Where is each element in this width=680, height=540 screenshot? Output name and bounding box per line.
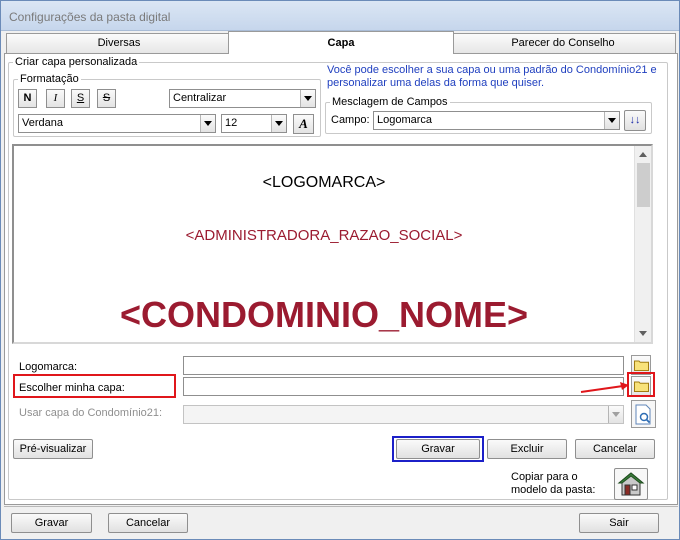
size-value: 12: [225, 117, 238, 129]
alignment-value: Centralizar: [173, 92, 227, 104]
underline-button[interactable]: S: [71, 89, 90, 108]
font-select[interactable]: Verdana: [18, 114, 216, 133]
highlight-gravar: [392, 436, 484, 462]
chevron-down-icon: [271, 115, 286, 132]
insert-field-button[interactable]: ↓↓: [624, 110, 646, 131]
pre-visualizar-button[interactable]: Pré-visualizar: [13, 439, 93, 459]
document-search-icon: [635, 404, 651, 425]
campo-label: Campo:: [331, 114, 370, 126]
criar-capa-label: Criar capa personalizada: [13, 56, 140, 68]
editor-line-condominio: <CONDOMINIO_NOME>: [119, 294, 529, 335]
chevron-down-icon: [608, 406, 623, 423]
usar-capa-preview-button[interactable]: [631, 400, 656, 428]
footer-gravar-button[interactable]: Gravar: [11, 513, 92, 533]
strikethrough-button[interactable]: S: [97, 89, 116, 108]
usar-capa-select[interactable]: [183, 405, 624, 424]
formatacao-label: Formatação: [18, 73, 81, 85]
font-value: Verdana: [22, 117, 63, 129]
scroll-up-icon[interactable]: [639, 152, 647, 157]
italic-button[interactable]: I: [46, 89, 65, 108]
capa-hint-text: Você pode escolher a sua capa ou uma pad…: [327, 64, 657, 89]
folder-icon: [634, 360, 649, 371]
scroll-thumb[interactable]: [637, 163, 650, 207]
editor-line-administradora: <ADMINISTRADORA_RAZAO_SOCIAL>: [185, 227, 463, 244]
campo-value: Logomarca: [377, 114, 433, 126]
scroll-down-icon[interactable]: [639, 331, 647, 336]
configuracoes-window: Configurações da pasta digital Diversas …: [0, 0, 680, 540]
size-select[interactable]: 12: [221, 114, 287, 133]
campo-select[interactable]: Logomarca: [373, 111, 620, 130]
footer-divider: [4, 506, 678, 507]
alignment-select[interactable]: Centralizar: [169, 89, 316, 108]
editor-line-logomarca: <LOGOMARCA>: [262, 174, 386, 191]
chevron-down-icon: [300, 90, 315, 107]
escolher-capa-input[interactable]: [183, 377, 624, 396]
footer-sair-button[interactable]: Sair: [579, 513, 659, 533]
highlight-escolher-label: [13, 374, 176, 398]
chevron-down-icon: [604, 112, 619, 129]
usar-capa-label: Usar capa do Condomínio21:: [19, 407, 163, 419]
copiar-modelo-button[interactable]: [614, 468, 648, 500]
highlight-escolher-browse: [627, 372, 655, 397]
excluir-button[interactable]: Excluir: [487, 439, 567, 459]
red-arrow-icon: [580, 382, 629, 393]
chevron-down-icon: [200, 115, 215, 132]
tab-bar: Diversas Capa Parecer do Conselho: [4, 31, 678, 54]
copiar-modelo-label: Copiar para o modelo da pasta:: [511, 471, 596, 496]
tab-capa[interactable]: Capa: [228, 31, 454, 54]
tab-diversas[interactable]: Diversas: [6, 33, 232, 53]
bold-button[interactable]: N: [18, 89, 37, 108]
cancelar-capa-button[interactable]: Cancelar: [575, 439, 655, 459]
window-title: Configurações da pasta digital: [9, 10, 171, 24]
cover-editor[interactable]: <LOGOMARCA> <ADMINISTRADORA_RAZAO_SOCIAL…: [12, 144, 653, 344]
tab-parecer-do-conselho[interactable]: Parecer do Conselho: [450, 33, 676, 53]
house-copy-icon: [617, 472, 645, 496]
mesclagem-label: Mesclagem de Campos: [330, 96, 450, 108]
editor-scrollbar[interactable]: [634, 146, 651, 342]
font-color-button[interactable]: A: [293, 114, 314, 134]
logomarca-input[interactable]: [183, 356, 624, 375]
footer-cancelar-button[interactable]: Cancelar: [108, 513, 188, 533]
logomarca-label: Logomarca:: [19, 361, 78, 373]
title-bar: Configurações da pasta digital: [1, 1, 679, 31]
